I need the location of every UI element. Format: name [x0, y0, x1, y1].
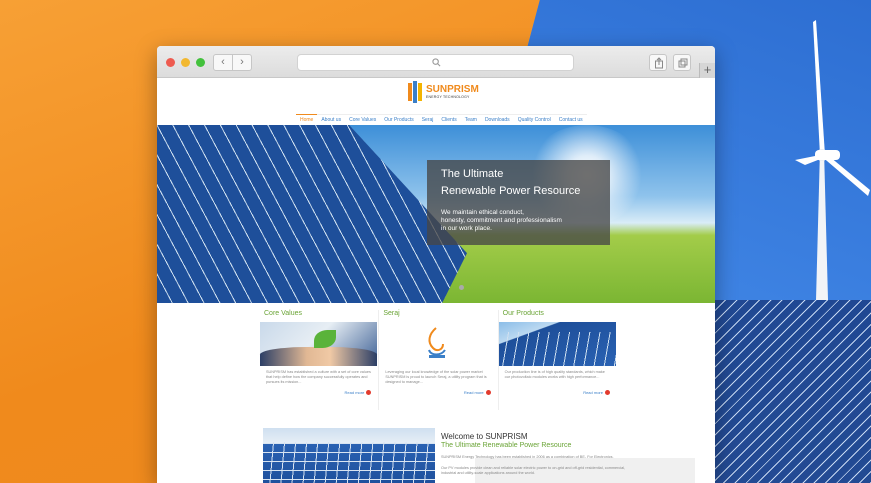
hero-text-line3: in our work place.: [441, 225, 492, 232]
address-bar[interactable]: [297, 54, 574, 71]
arrow-circle-icon: [604, 390, 610, 396]
nav-downloads[interactable]: Downloads: [481, 117, 514, 123]
nav-contact-us[interactable]: Contact us: [555, 117, 587, 123]
hero-title-line2: Renewable Power Resource: [441, 185, 581, 197]
hero-solar-panels-image: [157, 125, 467, 303]
read-more-link[interactable]: Read more: [379, 390, 496, 396]
nav-home[interactable]: Home: [296, 114, 318, 123]
hero-title-line1: The Ultimate: [441, 168, 504, 180]
nav-core-values[interactable]: Core Values: [345, 117, 380, 123]
read-more-link[interactable]: Read more: [260, 390, 377, 396]
minimize-window-button[interactable]: [181, 58, 190, 67]
back-button[interactable]: ‹: [214, 55, 233, 70]
welcome-section: Welcome to SUNPRISM The Ultimate Renewab…: [441, 432, 631, 476]
browser-toolbar: ‹ › +: [157, 46, 715, 78]
hero-text-line1: We maintain ethical conduct,: [441, 209, 524, 216]
welcome-solar-field-image: [263, 428, 435, 483]
read-more-label: Read more: [463, 390, 484, 395]
hero-caption: The Ultimate Renewable Power Resource We…: [427, 160, 610, 245]
maximize-window-button[interactable]: [196, 58, 205, 67]
arrow-circle-icon: [485, 390, 491, 396]
feature-text: Leveraging our local knowledge of the so…: [385, 370, 487, 384]
close-window-button[interactable]: [166, 58, 175, 67]
slider-indicator[interactable]: [459, 285, 464, 290]
seraj-emblem-icon: [428, 327, 447, 358]
products-image[interactable]: [498, 322, 616, 366]
feature-seraj: Seraj Leveraging our local knowledge of …: [379, 310, 499, 411]
feature-text: Our production line is of high quality s…: [504, 370, 605, 379]
feature-title[interactable]: Our Products: [499, 310, 616, 322]
nav-seraj[interactable]: Seraj: [418, 117, 438, 123]
seraj-logo-image[interactable]: [379, 322, 497, 366]
background-solar-panels: [715, 300, 871, 483]
show-tabs-button[interactable]: [673, 54, 691, 71]
feature-core-values: Core Values SUNPRISM has established a c…: [260, 310, 380, 411]
logo-name: SUNPRISM: [426, 84, 479, 95]
logo-tagline: ENERGY TECHNOLOGY: [426, 95, 470, 99]
read-more-link[interactable]: Read more: [499, 390, 616, 396]
nav-about-us[interactable]: About us: [317, 117, 345, 123]
nav-team[interactable]: Team: [461, 117, 481, 123]
nav-clients[interactable]: Clients: [437, 117, 460, 123]
tabs-icon: [678, 58, 688, 68]
forward-button[interactable]: ›: [233, 55, 251, 70]
welcome-subtitle: The Ultimate Renewable Power Resource: [441, 442, 572, 449]
feature-our-products: Our Products Our production line is of h…: [498, 310, 616, 396]
new-tab-button[interactable]: +: [699, 63, 715, 78]
core-values-image[interactable]: [260, 322, 377, 366]
history-navigation: ‹ ›: [213, 54, 252, 71]
arrow-circle-icon: [366, 390, 372, 396]
search-icon: [432, 58, 441, 67]
share-icon: [655, 57, 663, 69]
welcome-title: Welcome to SUNPRISM: [441, 432, 528, 441]
browser-window: ‹ › + SUNPRISM ENERGY TECHNOLOGY Home Ab…: [157, 46, 715, 483]
welcome-text-2: Our PV modules provide clean and reliabl…: [441, 466, 626, 475]
read-more-label: Read more: [583, 390, 603, 395]
website-content: SUNPRISM ENERGY TECHNOLOGY Home About us…: [157, 78, 715, 483]
main-navigation: Home About us Core Values Our Products S…: [296, 114, 587, 123]
hero-text: We maintain ethical conduct, honesty, co…: [441, 209, 596, 233]
feature-title[interactable]: Core Values: [260, 310, 377, 322]
welcome-text-1: SUNPRISM Energy Technology has been esta…: [441, 455, 614, 459]
read-more-label: Read more: [344, 390, 365, 395]
feature-title[interactable]: Seraj: [379, 310, 496, 322]
feature-text: SUNPRISM has established a culture with …: [266, 370, 371, 384]
wind-turbine-illustration: [795, 20, 870, 300]
hero-text-line2: honesty, commitment and professionalism: [441, 217, 562, 224]
share-button[interactable]: [649, 54, 667, 71]
nav-quality-control[interactable]: Quality Control: [514, 117, 555, 123]
nav-our-products[interactable]: Our Products: [380, 117, 417, 123]
site-logo[interactable]: SUNPRISM ENERGY TECHNOLOGY: [407, 81, 479, 103]
hero-slider[interactable]: The Ultimate Renewable Power Resource We…: [157, 125, 715, 303]
feature-columns: Core Values SUNPRISM has established a c…: [260, 310, 616, 411]
sunprism-logo-icon: [408, 81, 422, 103]
